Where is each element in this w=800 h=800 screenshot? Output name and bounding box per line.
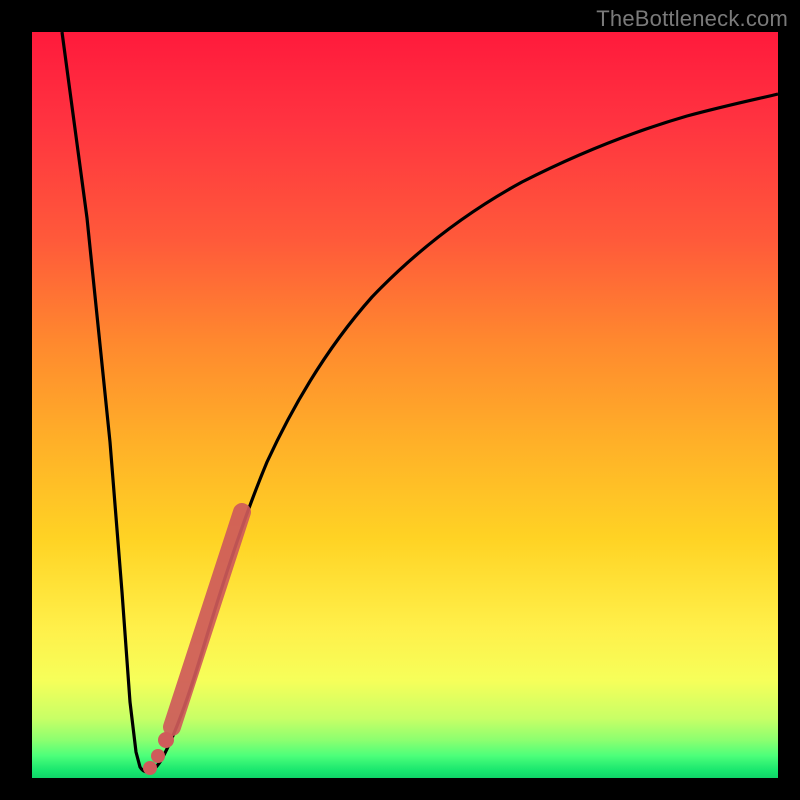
highlight-dot <box>151 749 165 763</box>
watermark-text: TheBottleneck.com <box>596 6 788 32</box>
plot-area <box>32 32 778 778</box>
bottleneck-curve <box>62 32 778 772</box>
highlight-dot <box>143 761 157 775</box>
highlight-dot <box>158 732 174 748</box>
highlight-segment <box>172 512 242 727</box>
curve-layer <box>32 32 778 778</box>
chart-frame: TheBottleneck.com <box>0 0 800 800</box>
